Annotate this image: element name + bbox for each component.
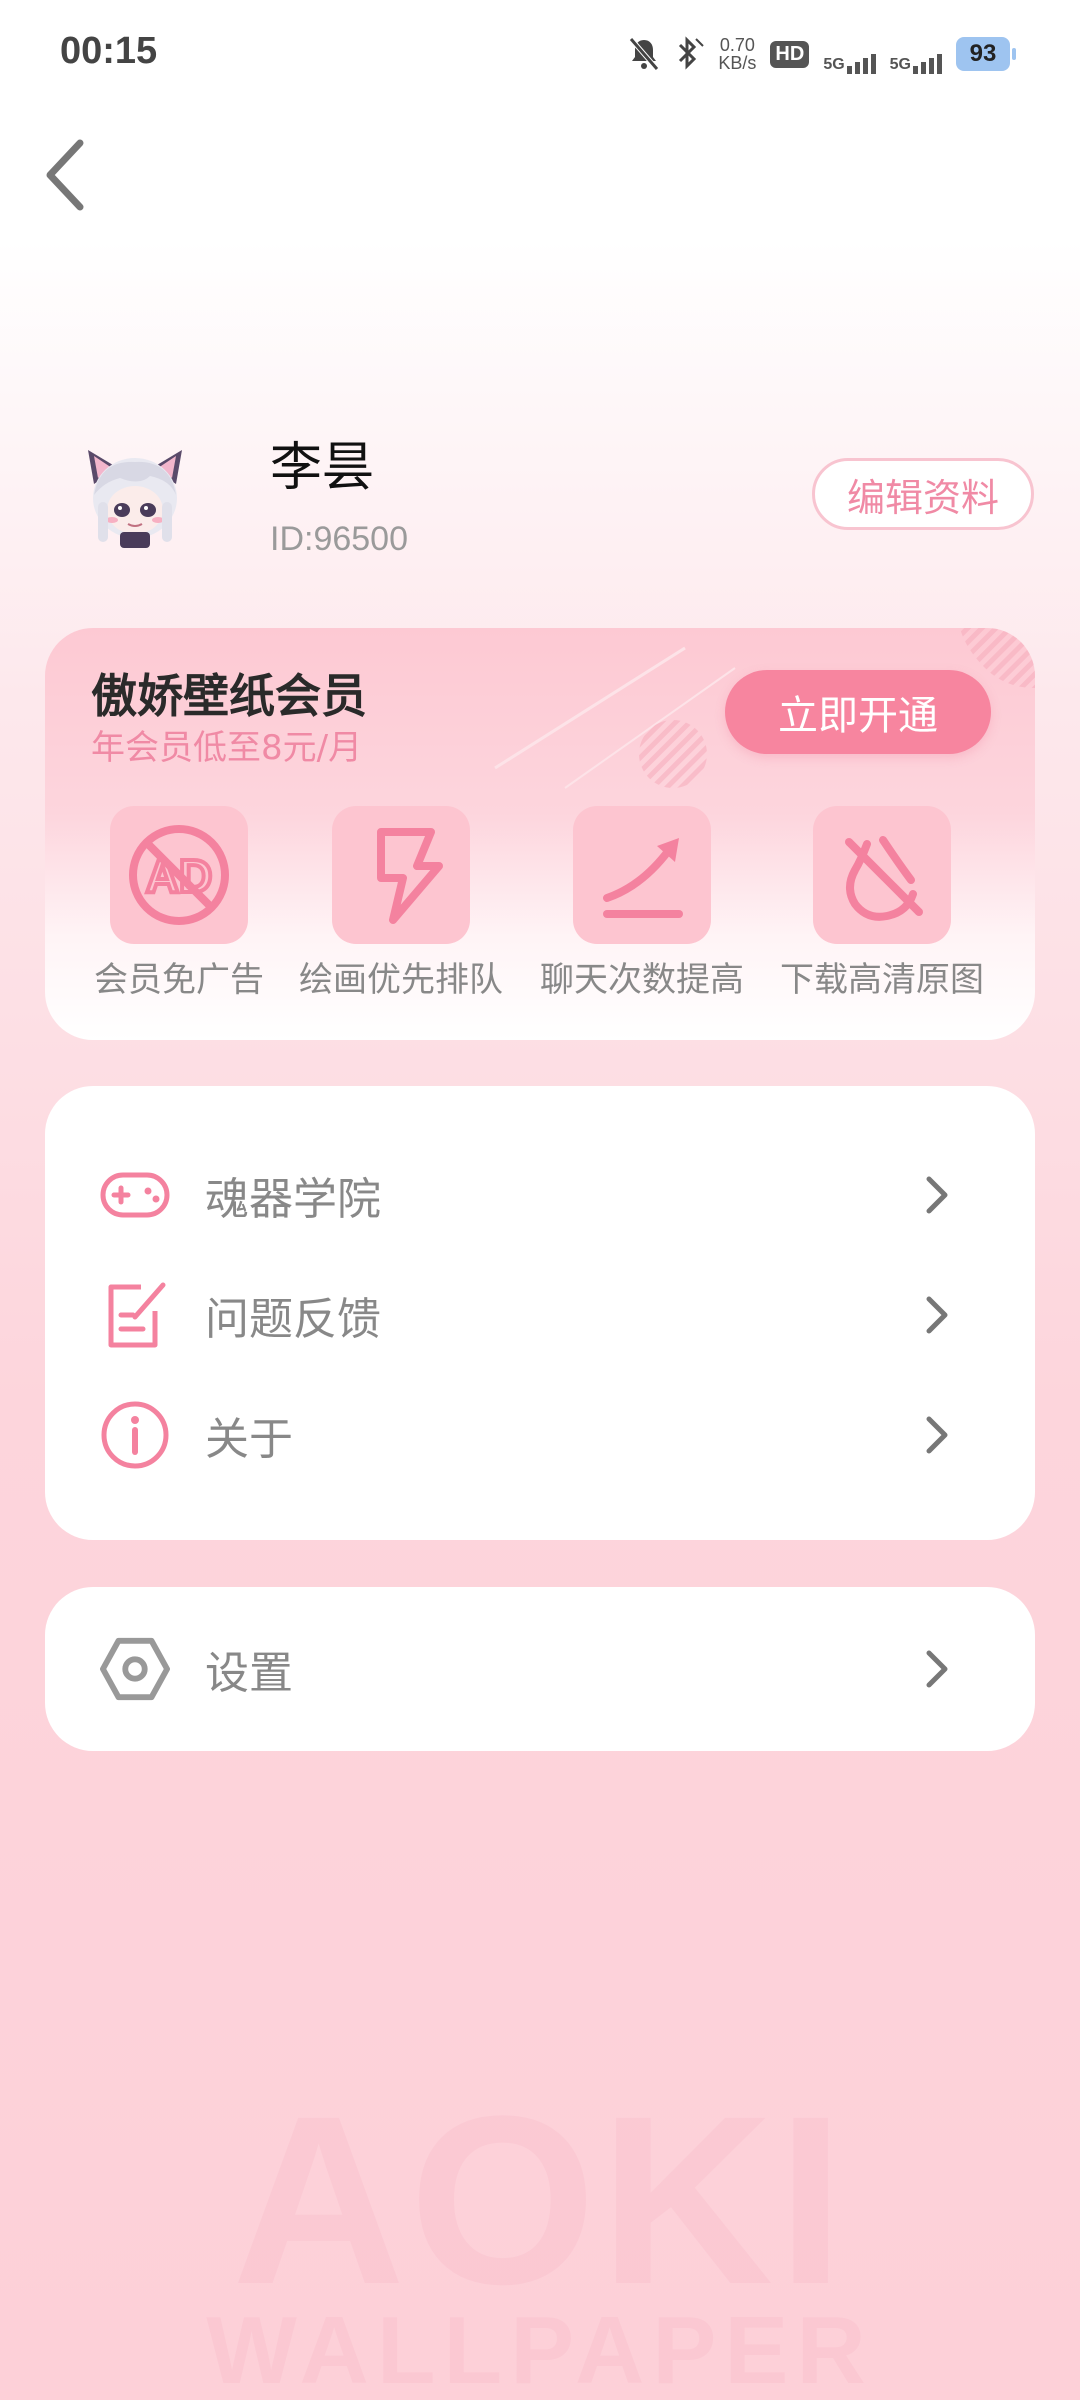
hd-label: HD (770, 40, 810, 68)
signal-sim1-icon: 5G (823, 34, 876, 74)
gamepad-icon (100, 1160, 170, 1230)
menu-item-settings[interactable]: 设置 (45, 1614, 1035, 1724)
chevron-right-icon (917, 1410, 957, 1460)
settings-card: 设置 (45, 1587, 1035, 1751)
back-button[interactable] (30, 130, 100, 220)
chevron-right-icon (917, 1290, 957, 1340)
status-time: 00:15 (60, 30, 158, 72)
vip-membership-card[interactable]: 傲娇壁纸会员 年会员低至8元/月 立即开通 AD 会员免广告 绘画优先排队 (45, 628, 1035, 1040)
user-id: ID:96500 (270, 520, 408, 558)
benefit-hd-download[interactable]: 下载高清原图 (780, 806, 984, 1001)
benefit-label: 聊天次数提高 (540, 960, 744, 1000)
network-speed: 0.70 KB/s (718, 34, 756, 74)
avatar[interactable] (80, 440, 190, 550)
battery-icon: 93 (956, 34, 1016, 74)
menu-label: 设置 (205, 1648, 293, 1699)
benefit-more-chats[interactable]: 聊天次数提高 (540, 806, 744, 1001)
watermark-small-text: WALLPAPER (206, 2297, 874, 2400)
menu-item-about[interactable]: 关于 (45, 1380, 1035, 1490)
benefit-label: 会员免广告 (94, 960, 264, 1000)
vip-title: 傲娇壁纸会员 (91, 669, 367, 723)
open-vip-button[interactable]: 立即开通 (725, 670, 991, 754)
brand-watermark: AOKI WALLPAPER (0, 2080, 1080, 2400)
menu-label: 问题反馈 (205, 1294, 381, 1345)
watermark-big-text: AOKI (232, 2080, 848, 2334)
benefit-label: 绘画优先排队 (299, 960, 503, 1000)
net-speed-value: 0.70 (719, 35, 755, 55)
bluetooth-icon (674, 34, 705, 74)
benefit-no-ads[interactable]: AD 会员免广告 (94, 806, 264, 1001)
menu-item-academy[interactable]: 魂器学院 (45, 1140, 1035, 1250)
user-name: 李昙 (270, 438, 375, 498)
lightning-icon (332, 806, 470, 944)
no-ads-icon: AD (110, 806, 248, 944)
menu-item-feedback[interactable]: 问题反馈 (45, 1260, 1035, 1370)
battery-level: 93 (956, 37, 1016, 71)
feedback-edit-icon (100, 1280, 170, 1350)
trend-up-icon (573, 806, 711, 944)
net-speed-unit: KB/s (718, 53, 757, 73)
sim1-network-label: 5G (823, 56, 845, 73)
menu-label: 关于 (205, 1414, 293, 1465)
chevron-right-icon (917, 1644, 957, 1694)
sim2-network-label: 5G (889, 56, 911, 73)
signal-sim2-icon: 5G (890, 34, 942, 74)
info-icon (100, 1400, 170, 1470)
mute-bell-icon (628, 34, 660, 74)
no-watermark-icon (813, 806, 951, 944)
settings-hexagon-icon (100, 1634, 170, 1704)
status-icons: 0.70 KB/s HD 5G 5G 93 (628, 34, 1016, 74)
edit-profile-button[interactable]: 编辑资料 (812, 458, 1034, 530)
vip-subtitle: 年会员低至8元/月 (91, 728, 363, 768)
menu-card: 魂器学院 问题反馈 关于 (45, 1086, 1035, 1540)
back-arrow-icon (46, 139, 84, 211)
benefit-priority-drawing[interactable]: 绘画优先排队 (299, 806, 503, 1001)
benefit-label: 下载高清原图 (780, 960, 984, 1000)
hd-volte-icon: HD (770, 34, 810, 74)
status-bar: 00:15 0.70 KB/s HD 5G 5G 93 (0, 0, 1080, 112)
chevron-right-icon (917, 1170, 957, 1220)
